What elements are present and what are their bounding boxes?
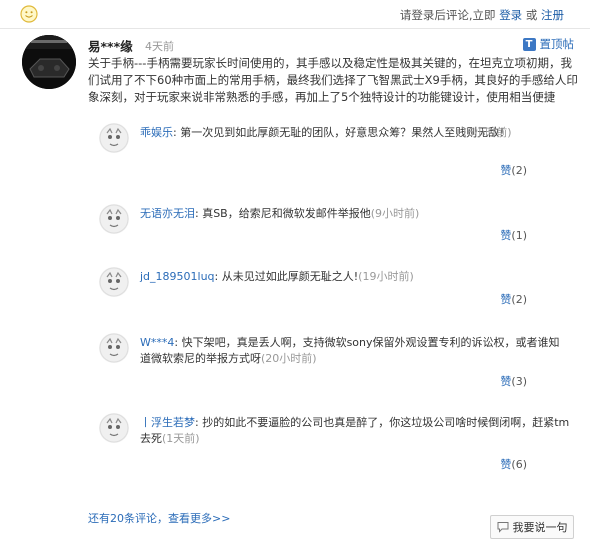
write-comment-button[interactable]: 我要说一句 [490, 515, 574, 539]
smiley-icon [20, 5, 38, 23]
login-prompt-text: 请登录后评论,立即 [399, 8, 496, 22]
or-text: 或 [525, 8, 538, 22]
speech-bubble-icon [497, 522, 508, 533]
pin-icon: T [522, 37, 536, 51]
like-label: 赞 [500, 293, 512, 306]
reply-avatar[interactable] [99, 413, 129, 443]
register-link[interactable]: 注册 [541, 8, 564, 22]
like-count: (6) [511, 458, 527, 471]
like-button[interactable]: 赞(2) [500, 162, 527, 178]
reply-content: 从未见过如此厚颜无耻之人! [221, 270, 359, 283]
reply-content: 真SB，给索尼和微软发邮件举报他 [202, 207, 371, 220]
reply-username[interactable]: 乖娱乐 [140, 126, 173, 139]
reply-avatar[interactable] [99, 204, 129, 234]
reply-time: (9小时前) [370, 207, 420, 220]
like-label: 赞 [500, 229, 512, 242]
comment-count-text: 还有20条评论， [88, 512, 168, 525]
more-comments: 还有20条评论，查看更多>> [88, 510, 230, 526]
reply-username[interactable]: jd_189501luq [140, 270, 215, 283]
reply-avatar[interactable] [99, 123, 129, 153]
reply-text: W***4: 快下架吧，真是丢人啊，支持微软sony保留外观设置专利的诉讼权，或… [140, 336, 560, 365]
reply-time: (1天前) [162, 432, 200, 445]
reply-content: 快下架吧，真是丢人啊，支持微软sony保留外观设置专利的诉讼权，或者谁知道微软索… [140, 336, 560, 365]
login-link[interactable]: 登录 [499, 8, 522, 22]
comment-time: 4天前 [145, 40, 174, 53]
reply-username[interactable]: 丨浮生若梦 [140, 416, 195, 429]
like-count: (3) [511, 375, 527, 388]
reply-text: 丨浮生若梦: 抄的如此不要逼脸的公司也真是醉了，你这垃圾公司啥时候倒闭啊，赶紧t… [140, 416, 570, 445]
like-button[interactable]: 赞(6) [500, 456, 527, 472]
reply-username[interactable]: W***4 [140, 336, 174, 349]
reply-avatar[interactable] [99, 267, 129, 297]
reply-username[interactable]: 无语亦无泪 [140, 207, 195, 220]
divider [0, 28, 590, 29]
like-count: (2) [511, 164, 527, 177]
like-button[interactable]: 赞(3) [500, 373, 527, 389]
pin-label: 置顶帖 [539, 37, 575, 51]
like-button[interactable]: 赞(2) [500, 291, 527, 307]
view-more-link[interactable]: 查看更多>> [168, 512, 230, 525]
comment-body: 关于手柄---手柄需要玩家长时间使用的，其手感以及稳定性是极其关键的，在坦克立项… [88, 56, 578, 104]
reply-text: jd_189501luq: 从未见过如此厚颜无耻之人!(19小时前) [140, 270, 414, 283]
reply-time: (6小时前) [463, 126, 512, 139]
reply-content: 抄的如此不要逼脸的公司也真是醉了，你这垃圾公司啥时候倒闭啊，赶紧tm去死 [140, 416, 570, 445]
reply-time: (20小时前) [261, 352, 317, 365]
like-count: (2) [511, 293, 527, 306]
like-count: (1) [511, 229, 527, 242]
reply-time: (19小时前) [358, 270, 414, 283]
avatar[interactable] [22, 35, 76, 89]
reply-avatar[interactable] [99, 333, 129, 363]
pin-button[interactable]: T 置顶帖 [522, 36, 575, 52]
like-label: 赞 [500, 458, 512, 471]
reply-text: 无语亦无泪: 真SB，给索尼和微软发邮件举报他(9小时前) [140, 207, 420, 220]
like-label: 赞 [500, 375, 512, 388]
like-button[interactable]: 赞(1) [500, 227, 527, 243]
write-comment-label: 我要说一句 [512, 521, 568, 534]
login-prompt: 请登录后评论,立即 登录 或 注册 [400, 7, 564, 23]
like-label: 赞 [500, 164, 512, 177]
reply-content: 第一次见到如此厚颜无耻的团队，好意思众筹？果然人至贱则无敌！ [180, 126, 511, 139]
comment-username[interactable]: 易***缘 [88, 36, 133, 55]
